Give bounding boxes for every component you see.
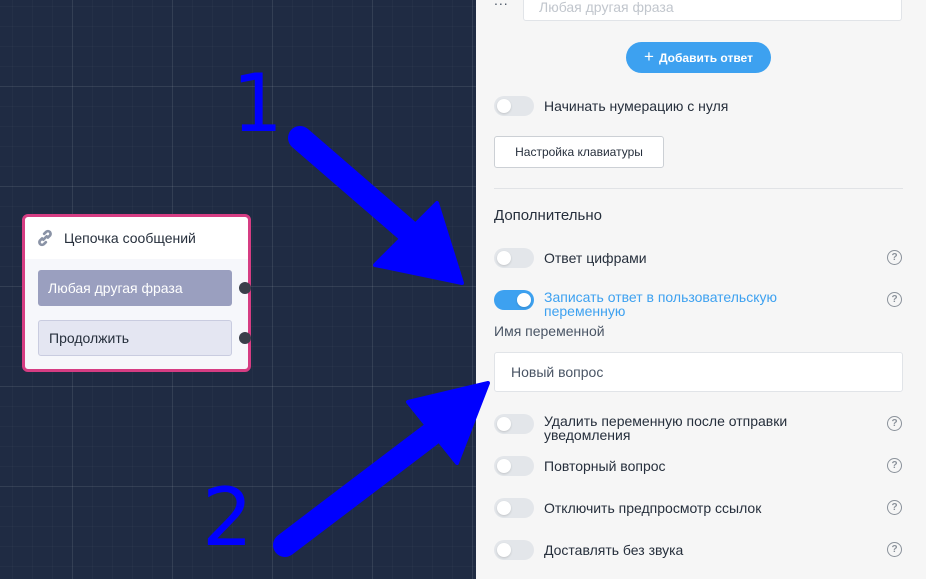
- digits-answer-toggle[interactable]: [494, 248, 534, 268]
- help-icon[interactable]: ?: [887, 500, 902, 515]
- disable-link-preview-label: Отключить предпросмотр ссылок: [544, 500, 762, 516]
- output-port[interactable]: [239, 282, 251, 294]
- repeat-question-label: Повторный вопрос: [544, 458, 666, 474]
- annotation-number-2: 2: [202, 471, 253, 564]
- answer-input[interactable]: Любая другая фраза: [523, 0, 902, 21]
- variable-name-input[interactable]: Новый вопрос: [494, 352, 903, 392]
- digits-answer-label: Ответ цифрами: [544, 250, 647, 266]
- add-answer-label: Добавить ответ: [658, 50, 753, 65]
- add-answer-button[interactable]: + Добавить ответ: [626, 42, 771, 73]
- drag-handle-dots[interactable]: ...: [494, 0, 509, 8]
- annotation-number-1: 1: [232, 57, 283, 150]
- node-button-any-phrase[interactable]: Любая другая фраза: [38, 270, 232, 306]
- numbering-label: Начинать нумерацию с нуля: [544, 98, 729, 114]
- silent-delivery-label: Доставлять без звука: [544, 542, 684, 558]
- settings-panel: ... Любая другая фраза + Добавить ответ …: [476, 0, 926, 579]
- silent-delivery-toggle[interactable]: [494, 540, 534, 560]
- help-icon[interactable]: ?: [887, 458, 902, 473]
- node-button-continue[interactable]: Продолжить: [38, 320, 232, 356]
- repeat-question-toggle[interactable]: [494, 456, 534, 476]
- message-chain-node[interactable]: Цепочка сообщений Любая другая фраза Про…: [22, 214, 251, 372]
- delete-variable-label: Удалить переменную после отправки уведом…: [544, 413, 788, 443]
- section-title: Дополнительно: [494, 207, 602, 224]
- plus-icon: +: [644, 46, 654, 66]
- disable-link-preview-toggle[interactable]: [494, 498, 534, 518]
- divider: [494, 188, 903, 189]
- save-variable-label: Записать ответ в пользовательскую переме…: [544, 289, 777, 319]
- save-variable-toggle[interactable]: [494, 290, 534, 310]
- link-icon: [38, 229, 52, 247]
- numbering-toggle[interactable]: [494, 96, 534, 116]
- node-header: Цепочка сообщений: [25, 217, 248, 259]
- help-icon[interactable]: ?: [887, 250, 902, 265]
- node-title: Цепочка сообщений: [64, 230, 196, 246]
- output-port[interactable]: [239, 332, 251, 344]
- help-icon[interactable]: ?: [887, 416, 902, 431]
- keyboard-settings-button[interactable]: Настройка клавиатуры: [494, 136, 664, 168]
- delete-variable-toggle[interactable]: [494, 414, 534, 434]
- help-icon[interactable]: ?: [887, 292, 902, 307]
- help-icon[interactable]: ?: [887, 542, 902, 557]
- variable-name-label: Имя переменной: [494, 323, 605, 339]
